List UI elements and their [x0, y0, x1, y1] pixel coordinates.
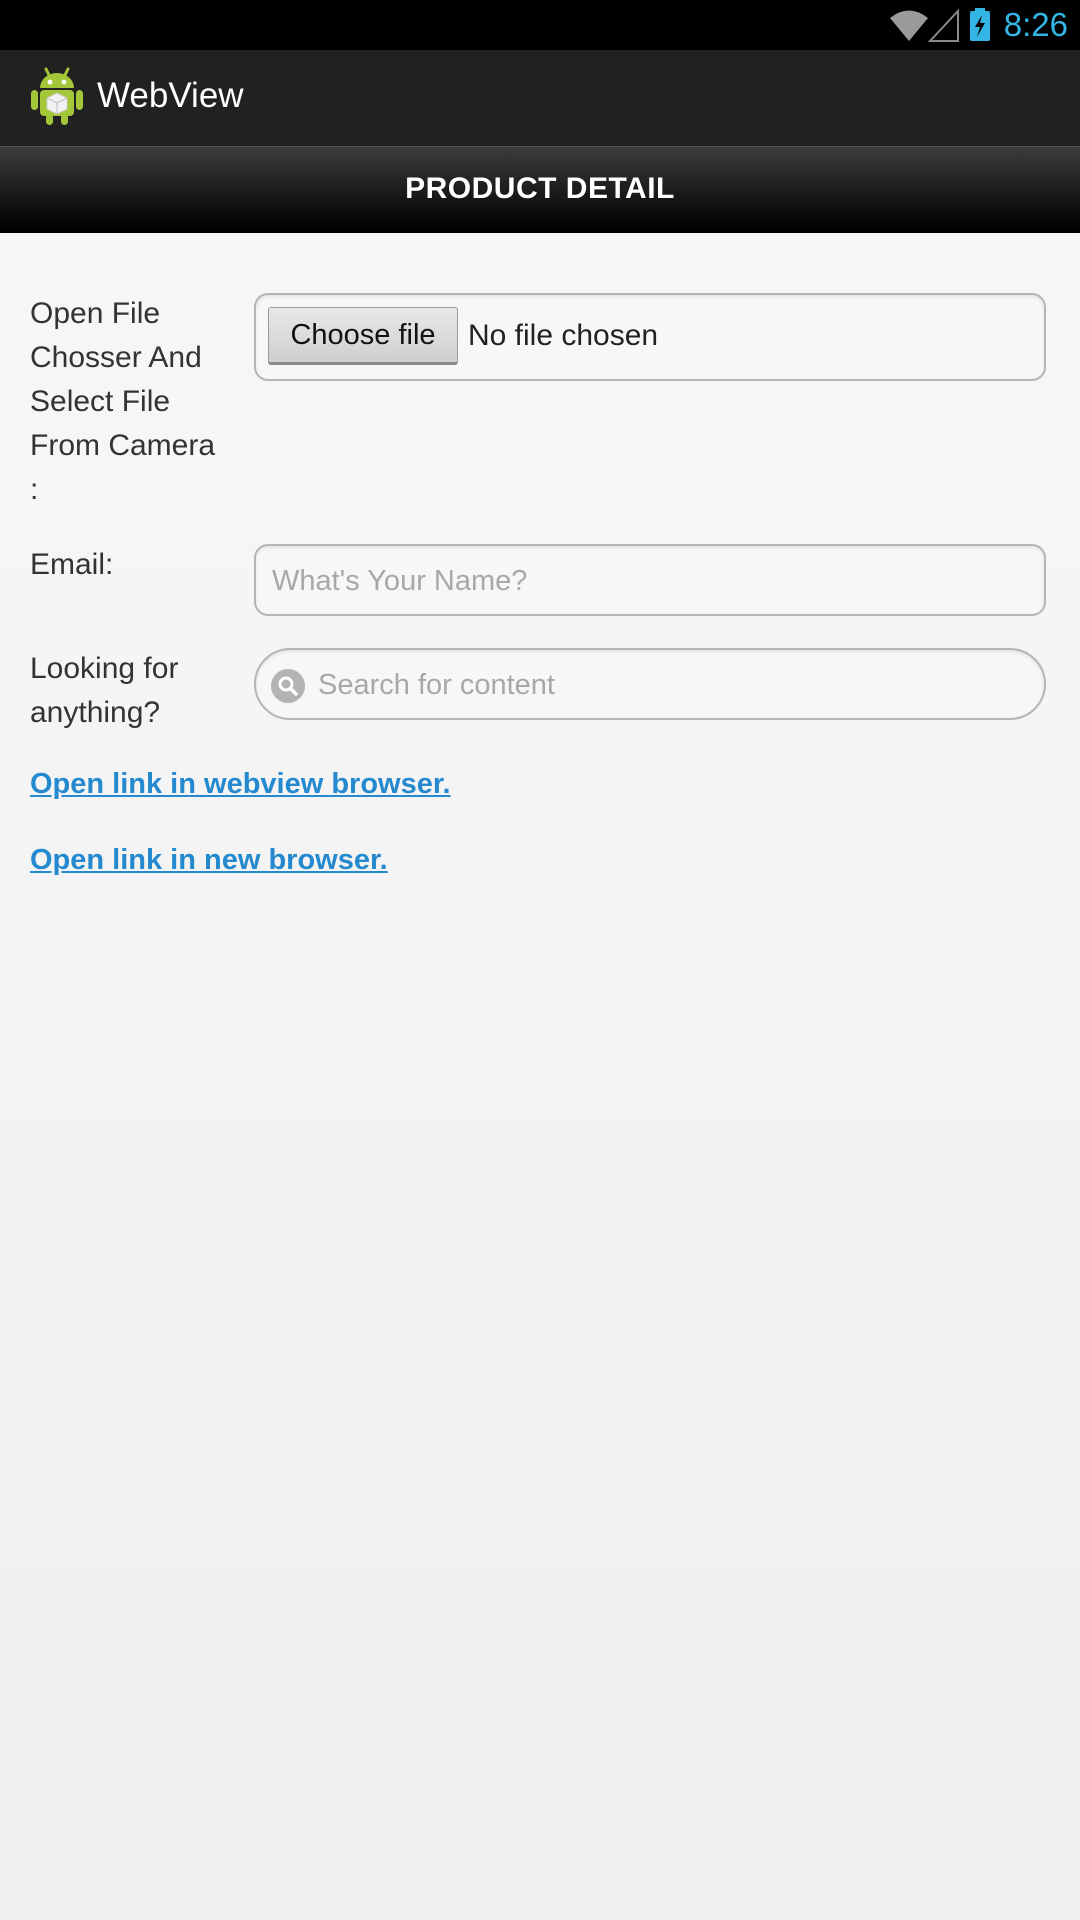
file-chooser-label-line: Open File [30, 297, 161, 330]
page-header: PRODUCT DETAIL [0, 146, 1080, 233]
search-icon [271, 669, 305, 703]
clock: 8:26 [1003, 6, 1068, 43]
android-app-icon [31, 67, 83, 125]
file-chooser-label-line: Chosser And [30, 341, 202, 374]
email-field-box [254, 544, 1046, 616]
file-chooser-label-line: : [30, 473, 39, 506]
file-chooser-label-line: Select File [30, 385, 171, 418]
search-input[interactable] [316, 650, 1020, 720]
status-bar: 8:26 [0, 0, 1080, 50]
file-chooser-field: Choose file No file chosen [254, 293, 1046, 381]
cell-signal-icon [927, 8, 959, 42]
no-file-chosen-text: No file chosen [468, 319, 659, 352]
status-icons: 8:26 [888, 0, 1080, 50]
email-field[interactable] [270, 546, 1034, 616]
choose-file-button[interactable]: Choose file [268, 307, 458, 365]
open-new-browser-link[interactable]: Open link in new browser. [30, 844, 388, 877]
open-webview-link[interactable]: Open link in webview browser. [30, 768, 451, 801]
app-title: WebView [97, 76, 244, 115]
search-label-line: Looking for [30, 652, 179, 685]
file-chooser-label: Open File Chosser And Select File From C… [30, 292, 215, 512]
email-label: Email: [30, 548, 114, 581]
battery-charging-icon [969, 8, 990, 41]
action-bar: WebView [0, 50, 1080, 146]
search-field-box [254, 648, 1046, 720]
page-title: PRODUCT DETAIL [405, 172, 675, 205]
wifi-icon [889, 10, 928, 41]
search-label: Looking for anything? [30, 647, 178, 735]
file-chooser-label-line: From Camera [30, 429, 216, 462]
search-label-line: anything? [30, 696, 161, 729]
